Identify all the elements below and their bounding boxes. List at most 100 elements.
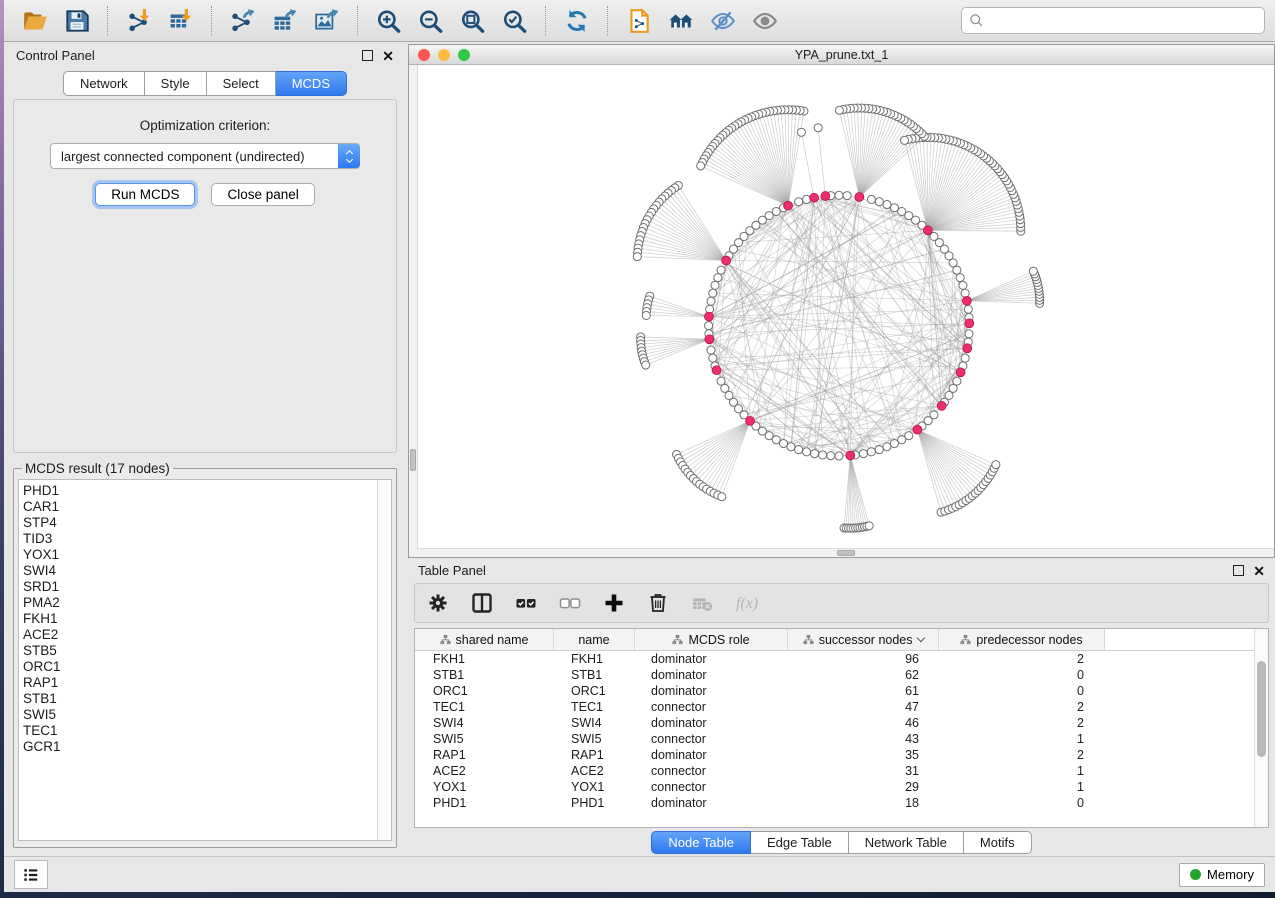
float-table-panel-icon[interactable] <box>1233 565 1244 576</box>
tab-network[interactable]: Network <box>63 71 145 96</box>
node-table-wrap: shared namenameMCDS rolesuccessor nodesp… <box>414 628 1269 828</box>
select-all-icon[interactable] <box>513 590 539 616</box>
table-panel-tabs: Node TableEdge TableNetwork TableMotifs <box>414 828 1269 856</box>
mcds-result-list[interactable]: PHD1CAR1STP4TID3YOX1SWI4SRD1PMA2FKH1ACE2… <box>23 481 377 839</box>
result-list-scrollbar[interactable] <box>377 480 391 840</box>
import-table-icon[interactable] <box>166 6 196 36</box>
mcds-result-item[interactable]: GCR1 <box>23 739 377 755</box>
tab-motifs[interactable]: Motifs <box>964 831 1032 854</box>
delete-row-icon[interactable] <box>645 590 671 616</box>
tab-mcds[interactable]: MCDS <box>276 71 347 96</box>
table-row[interactable]: TEC1TEC1connector472 <box>415 699 1255 715</box>
mcds-result-item[interactable]: RAP1 <box>23 675 377 691</box>
zoom-out-icon[interactable] <box>416 6 446 36</box>
network-canvas[interactable] <box>409 65 1274 557</box>
settings-gear-icon[interactable] <box>425 590 451 616</box>
status-bar: Memory <box>4 856 1275 892</box>
mcds-result-item[interactable]: ORC1 <box>23 659 377 675</box>
mcds-result-item[interactable]: TID3 <box>23 531 377 547</box>
svg-text:f(x): f(x) <box>736 595 758 612</box>
node-table[interactable]: shared namenameMCDS rolesuccessor nodesp… <box>415 629 1255 827</box>
control-panel-title: Control Panel <box>16 48 95 63</box>
tab-node-table[interactable]: Node Table <box>651 831 751 854</box>
float-panel-icon[interactable] <box>362 50 373 61</box>
table-row[interactable]: SWI5SWI5connector431 <box>415 731 1255 747</box>
table-row[interactable]: SWI4SWI4dominator462 <box>415 715 1255 731</box>
table-row[interactable]: PHD1PHD1dominator180 <box>415 795 1255 811</box>
tab-select[interactable]: Select <box>207 71 276 96</box>
search-input[interactable] <box>990 12 1257 29</box>
search-box[interactable] <box>961 7 1265 34</box>
criterion-dropdown[interactable]: largest connected component (undirected) <box>50 143 360 169</box>
mcds-result-item[interactable]: TEC1 <box>23 723 377 739</box>
first-neighbors-icon[interactable] <box>666 6 696 36</box>
memory-status-icon <box>1190 869 1201 880</box>
mcds-result-item[interactable]: STB5 <box>23 643 377 659</box>
zoom-in-icon[interactable] <box>374 6 404 36</box>
table-row[interactable]: RAP1RAP1dominator352 <box>415 747 1255 763</box>
mcds-result-item[interactable]: SWI5 <box>23 707 377 723</box>
cell-MCDS-role: connector <box>633 764 785 778</box>
hide-details-icon[interactable] <box>708 6 738 36</box>
table-panel-title: Table Panel <box>418 563 486 578</box>
export-image-icon[interactable] <box>312 6 342 36</box>
tab-edge-table[interactable]: Edge Table <box>751 831 849 854</box>
column-header-MCDS-role[interactable]: MCDS role <box>635 629 788 650</box>
cell-successor-nodes: 18 <box>785 796 935 810</box>
save-icon[interactable] <box>62 6 92 36</box>
deselect-all-icon[interactable] <box>557 590 583 616</box>
cell-MCDS-role: dominator <box>633 796 785 810</box>
close-panel-button[interactable]: Close panel <box>211 183 314 206</box>
export-table-icon[interactable] <box>270 6 300 36</box>
export-network-icon[interactable] <box>228 6 258 36</box>
table-row[interactable]: STB1STB1dominator620 <box>415 667 1255 683</box>
mcds-result-item[interactable]: ACE2 <box>23 627 377 643</box>
toolbar-separator <box>211 6 213 36</box>
zoom-fit-icon[interactable] <box>458 6 488 36</box>
show-details-icon[interactable] <box>750 6 780 36</box>
toolbar-separator <box>107 6 109 36</box>
column-header-name[interactable]: name <box>554 629 635 650</box>
tab-network-table[interactable]: Network Table <box>849 831 964 854</box>
table-row[interactable]: ACE2ACE2connector311 <box>415 763 1255 779</box>
cell-shared-name: PHD1 <box>415 796 553 810</box>
column-header-successor-nodes[interactable]: successor nodes <box>788 629 939 650</box>
import-network-icon[interactable] <box>124 6 154 36</box>
run-mcds-button[interactable]: Run MCDS <box>95 183 195 206</box>
network-horizontal-scrollbar[interactable] <box>417 548 1274 557</box>
table-row[interactable]: FKH1FKH1dominator962 <box>415 651 1255 667</box>
mcds-result-item[interactable]: PHD1 <box>23 483 377 499</box>
mcds-result-item[interactable]: YOX1 <box>23 547 377 563</box>
add-row-icon[interactable] <box>601 590 627 616</box>
open-icon[interactable] <box>20 6 50 36</box>
mcds-result-item[interactable]: SWI4 <box>23 563 377 579</box>
tab-style[interactable]: Style <box>145 71 207 96</box>
column-header-predecessor-nodes[interactable]: predecessor nodes <box>939 629 1105 650</box>
cell-predecessor-nodes: 2 <box>935 748 1100 762</box>
refresh-icon[interactable] <box>562 6 592 36</box>
table-row[interactable]: YOX1YOX1connector291 <box>415 779 1255 795</box>
zoom-selected-icon[interactable] <box>500 6 530 36</box>
mcds-result-item[interactable]: SRD1 <box>23 579 377 595</box>
mcds-result-item[interactable]: FKH1 <box>23 611 377 627</box>
column-header-shared-name[interactable]: shared name <box>415 629 554 650</box>
right-column: YPA_prune.txt_1 Table Panel <box>406 42 1275 856</box>
cell-MCDS-role: dominator <box>633 684 785 698</box>
network-file-icon[interactable] <box>624 6 654 36</box>
mcds-result-item[interactable]: STB1 <box>23 691 377 707</box>
mcds-tab-content: Optimization criterion: largest connecte… <box>13 99 397 848</box>
column-icon[interactable] <box>469 590 495 616</box>
table-scrollbar[interactable] <box>1254 629 1268 827</box>
task-history-button[interactable] <box>14 860 48 889</box>
network-vertical-scrollbar[interactable] <box>409 65 418 557</box>
close-table-panel-icon[interactable]: ✕ <box>1253 566 1265 576</box>
mcds-result-item[interactable]: PMA2 <box>23 595 377 611</box>
mcds-result-item[interactable]: CAR1 <box>23 499 377 515</box>
network-window-titlebar[interactable]: YPA_prune.txt_1 <box>409 45 1274 65</box>
table-row[interactable]: ORC1ORC1dominator610 <box>415 683 1255 699</box>
close-panel-icon[interactable]: ✕ <box>382 51 394 61</box>
memory-button[interactable]: Memory <box>1179 863 1265 887</box>
network-graph[interactable] <box>409 65 1274 557</box>
cell-shared-name: RAP1 <box>415 748 553 762</box>
mcds-result-item[interactable]: STP4 <box>23 515 377 531</box>
